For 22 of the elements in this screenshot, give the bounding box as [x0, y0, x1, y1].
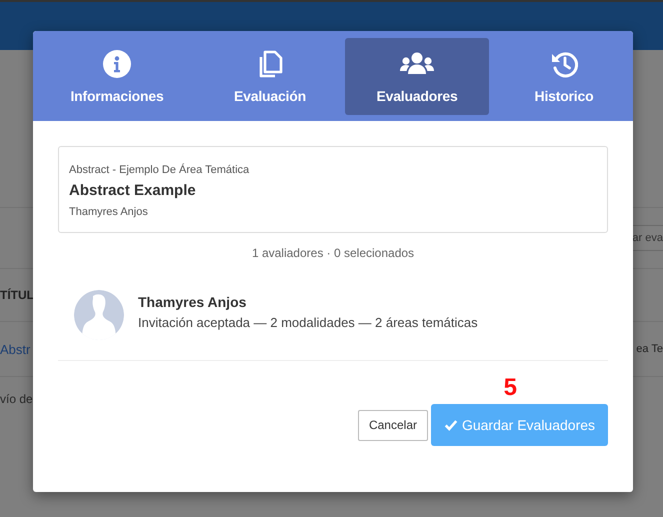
history-icon: [550, 50, 578, 78]
info-icon: [103, 50, 131, 78]
cancel-button[interactable]: Cancelar: [358, 410, 428, 440]
reviewer-item[interactable]: Thamyres Anjos Invitación aceptada — 2 modalidades — 2 áreas temáticas: [58, 282, 608, 361]
tab[interactable]: Historico: [495, 38, 633, 115]
column-heading: TÍTUL: [0, 288, 34, 302]
reviewer-name: Thamyres Anjos: [138, 294, 248, 310]
tab[interactable]: Evaluación: [201, 38, 339, 115]
tab[interactable]: Evaluadores: [345, 38, 489, 115]
title-link[interactable]: Abstr: [0, 342, 30, 356]
avatar-icon: [74, 290, 124, 340]
table-cell: ea Te: [636, 343, 663, 355]
check-icon: [444, 418, 458, 432]
tab[interactable]: Informaciones: [33, 38, 201, 115]
footer-text: vío de: [0, 392, 33, 406]
save-button[interactable]: Guardar Evaluadores: [431, 404, 608, 446]
reviewer-count: 1 avaliadores · 0 selecionados: [250, 246, 416, 260]
author-name: Thamyres Anjos: [69, 206, 149, 218]
area-text: Abstract - Ejemplo De Área Temática: [69, 164, 250, 176]
step-number: 5: [504, 374, 517, 402]
work-title: Abstract Example: [69, 182, 197, 199]
reviewer-details: Invitación aceptada — 2 modalidades — 2 áreas temáticas: [138, 315, 478, 330]
